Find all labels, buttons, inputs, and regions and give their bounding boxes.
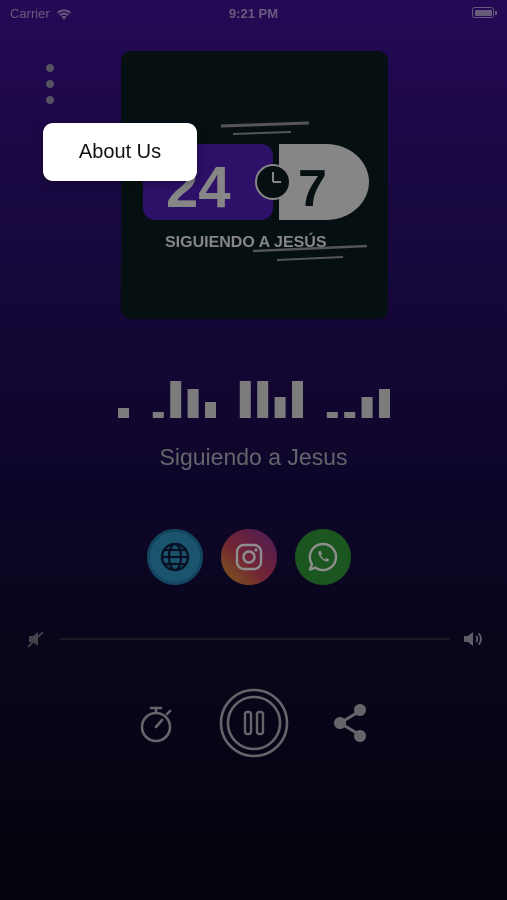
volume-control — [26, 624, 484, 654]
globe-icon — [160, 542, 190, 572]
equalizer-bar — [274, 397, 286, 418]
share-icon — [334, 704, 366, 742]
pause-icon — [219, 688, 289, 758]
equalizer-bar — [344, 412, 356, 418]
instagram-button[interactable] — [221, 529, 277, 585]
volume-slider[interactable] — [60, 638, 450, 640]
equalizer-bar — [292, 381, 303, 418]
playback-controls — [133, 688, 377, 758]
logo-number-right: 7 — [298, 160, 327, 218]
equalizer-bar — [326, 412, 338, 418]
station-logo: 24 7 SIGUIENDO A JESÚS — [143, 121, 369, 261]
station-cover-art: 24 7 SIGUIENDO A JESÚS — [121, 51, 388, 319]
instagram-icon — [235, 543, 263, 571]
status-bar: Carrier 9:21 PM — [0, 0, 507, 28]
equalizer-bar — [170, 381, 182, 418]
whatsapp-button[interactable] — [295, 529, 351, 585]
equalizer-bar — [187, 389, 199, 418]
share-button[interactable] — [329, 702, 371, 744]
equalizer-bar — [205, 402, 216, 418]
stopwatch-icon — [140, 706, 172, 743]
more-options-icon[interactable] — [40, 62, 60, 106]
about-us-label: About Us — [78, 140, 162, 163]
equalizer-bar — [239, 381, 251, 418]
volume-high-icon[interactable] — [462, 628, 484, 650]
volume-mute-icon[interactable] — [26, 628, 48, 650]
pause-button[interactable] — [219, 688, 289, 758]
equalizer-bar — [257, 381, 269, 418]
equalizer-bar — [379, 389, 390, 418]
clock: 9:21 PM — [228, 6, 279, 21]
equalizer-bar — [152, 412, 164, 418]
equalizer-bar — [361, 397, 373, 418]
audio-visualizer — [118, 381, 390, 418]
station-name: Siguiendo a Jesus — [159, 444, 348, 470]
whatsapp-icon — [308, 542, 338, 572]
social-links — [147, 529, 351, 585]
about-us-menu-item[interactable]: About Us — [43, 123, 197, 181]
sleep-timer-button[interactable] — [135, 703, 177, 745]
equalizer-bar — [118, 408, 129, 418]
battery-icon — [472, 7, 497, 18]
website-button[interactable] — [147, 529, 203, 585]
